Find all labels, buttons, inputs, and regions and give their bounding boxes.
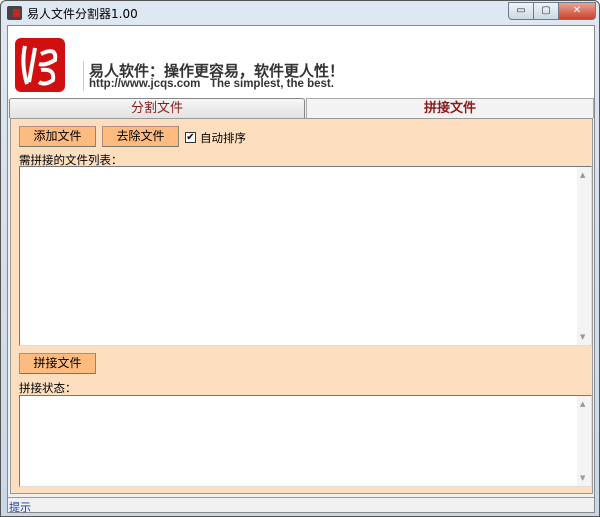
scroll-up-icon[interactable]: ▲ — [580, 171, 585, 179]
add-file-button[interactable]: 添加文件 — [19, 126, 96, 147]
website-url: http://www.jcqs.com The simplest, the be… — [89, 78, 334, 90]
app-window: 易人文件分割器1.00 ▭ ▢ ✕ 易人软件：操作更容易，软件更人性！ http… — [0, 0, 600, 517]
maximize-button[interactable]: ▢ — [533, 2, 559, 20]
scroll-down-icon[interactable]: ▼ — [580, 333, 585, 341]
file-list-scrollbar[interactable]: ▲ ▼ — [577, 167, 591, 345]
scroll-down-icon[interactable]: ▼ — [580, 474, 585, 482]
merge-file-button[interactable]: 拼接文件 — [19, 353, 96, 374]
auto-sort-label: 自动排序 — [200, 131, 246, 145]
auto-sort-checkbox[interactable]: ✔ — [185, 132, 196, 143]
file-list[interactable]: ▲ ▼ — [19, 166, 592, 346]
minimize-button[interactable]: ▭ — [508, 2, 534, 20]
scroll-up-icon[interactable]: ▲ — [580, 400, 585, 408]
header-divider — [83, 61, 84, 91]
header-banner: 易人软件：操作更容易，软件更人性！ http://www.jcqs.com Th… — [8, 26, 594, 98]
window-title: 易人文件分割器1.00 — [27, 7, 138, 21]
logo-icon — [15, 38, 65, 92]
app-icon — [7, 6, 22, 20]
status-scrollbar[interactable]: ▲ ▼ — [577, 396, 591, 486]
tab-merge-file[interactable]: 拼接文件 — [306, 98, 594, 118]
tab-split-file[interactable]: 分割文件 — [9, 98, 305, 118]
client-area: 易人软件：操作更容易，软件更人性！ http://www.jcqs.com Th… — [7, 25, 595, 514]
merge-panel: 添加文件 去除文件 ✔ 自动排序 需拼接的文件列表： ▲ ▼ 拼接文件 拼接状态… — [10, 118, 593, 494]
status-text: 提示 — [9, 501, 31, 514]
merge-status-label: 拼接状态： — [19, 381, 77, 395]
close-button[interactable]: ✕ — [558, 2, 596, 20]
merge-status-box[interactable]: ▲ ▼ — [19, 395, 592, 487]
remove-file-button[interactable]: 去除文件 — [102, 126, 179, 147]
status-bar: 提示 — [8, 497, 594, 514]
